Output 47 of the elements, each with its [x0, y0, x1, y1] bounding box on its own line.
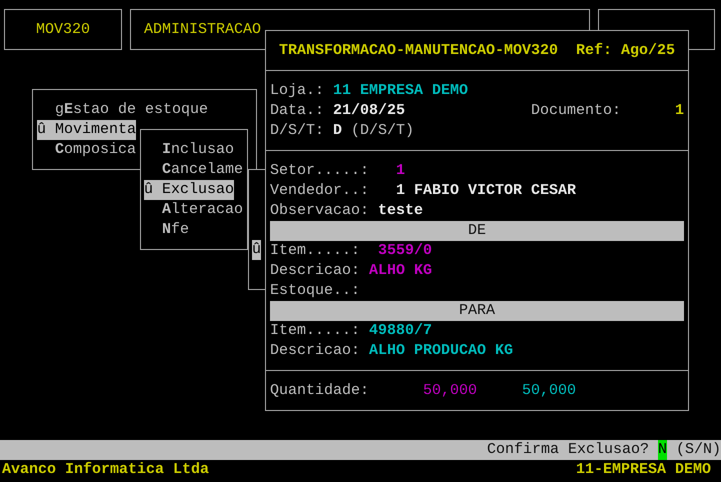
- prompt-options: (S/N): [676, 440, 721, 460]
- field-value: 21/08/25: [333, 101, 406, 121]
- reference-period: Ref: Ago/25: [576, 41, 676, 61]
- company-name: Avanco Informatica Ltda: [2, 460, 210, 480]
- field-label: Documento:: [531, 101, 622, 121]
- menu-item[interactable]: û Exclusao: [144, 180, 234, 200]
- field-value: 49880/7: [369, 321, 432, 341]
- menu-item[interactable]: Composica: [55, 140, 136, 160]
- field-label: Observacao:: [270, 201, 370, 221]
- menu-item[interactable]: û Movimenta: [37, 120, 136, 140]
- field-value: ALHO KG: [369, 261, 432, 281]
- field-label: Setor.....:: [270, 161, 370, 181]
- field-value: teste: [378, 201, 424, 221]
- field-label: Item.....:: [270, 321, 360, 341]
- cursor-marker: û: [252, 240, 262, 260]
- frame-title: MOV320: [36, 20, 90, 40]
- field-label: Quantidade:: [270, 381, 370, 401]
- menu-item[interactable]: Nfe: [162, 220, 190, 240]
- menu-item[interactable]: Alteracao: [162, 200, 244, 220]
- field-label: Descricao:: [270, 341, 360, 361]
- section-header: DE: [270, 221, 684, 241]
- field-value: 1 FABIO VICTOR CESAR: [396, 181, 576, 201]
- prompt-text: Confirma Exclusao?: [486, 440, 649, 460]
- menu-item[interactable]: Inclusao: [162, 140, 234, 160]
- section-header: PARA: [270, 301, 684, 321]
- field-label: Item.....:: [270, 241, 360, 261]
- menu-item[interactable]: gEstao de estoque: [55, 100, 208, 120]
- field-value: 3559/0: [377, 241, 432, 261]
- field-label: Data.:: [270, 101, 326, 121]
- answer-field[interactable]: N: [658, 440, 667, 460]
- field-label: Descricao:: [270, 261, 360, 281]
- frame-title: ADMINISTRACAO: [144, 20, 262, 40]
- field-label: Estoque..:: [270, 281, 360, 301]
- store-name: 11-EMPRESA DEMO: [576, 460, 711, 480]
- field-value: 1: [396, 161, 406, 181]
- field-label: Loja.:: [270, 81, 324, 101]
- quantity-value: 50,000: [422, 381, 478, 401]
- field-value: 11 EMPRESA DEMO: [333, 81, 468, 101]
- menu-item[interactable]: Cancelame: [162, 160, 244, 180]
- field-value: ALHO PRODUCAO KG: [369, 341, 514, 361]
- field-hint: (D/S/T): [351, 121, 414, 141]
- field-value: 1: [674, 101, 684, 121]
- window-title: TRANSFORMACAO-MANUTENCAO-MOV320: [279, 41, 558, 61]
- field-value: D: [333, 121, 342, 141]
- field-label: D/S/T:: [270, 121, 326, 141]
- field-label: Vendedor..:: [270, 181, 370, 201]
- quantity-value: 50,000: [521, 381, 576, 401]
